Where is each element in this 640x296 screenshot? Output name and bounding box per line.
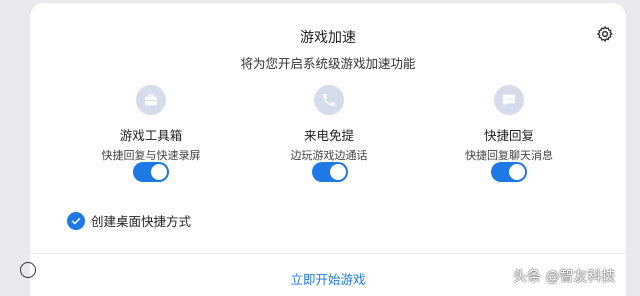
feature-hands-free-call: 来电免提 边玩游戏边通话 (254, 85, 404, 163)
toggle-knob (151, 164, 167, 180)
feature-game-toolbox: 游戏工具箱 快捷回复与快速录屏 (76, 85, 226, 163)
dialog-subtitle: 将为您开启系统级游戏加速功能 (240, 56, 416, 71)
toggle-game-toolbox[interactable] (133, 162, 169, 182)
feature-name: 快捷回复 (483, 128, 534, 143)
checkmark-icon[interactable] (67, 211, 85, 230)
feature-description: 边玩游戏边通话 (290, 149, 368, 162)
watermark-text: 头条 @智友科技 (513, 269, 616, 285)
feature-description: 快捷回复与快速录屏 (101, 149, 201, 162)
feature-quick-reply: 快捷回复 快捷回复聊天消息 (434, 85, 584, 163)
create-shortcut-label: 创建桌面快捷方式 (91, 214, 192, 229)
divider (30, 253, 626, 254)
feature-description: 快捷回复聊天消息 (465, 149, 553, 162)
feature-name: 游戏工具箱 (119, 128, 183, 143)
briefcase-icon (136, 85, 166, 115)
toggle-knob (330, 164, 346, 180)
phone-icon (314, 85, 344, 115)
toggle-quick-reply[interactable] (491, 162, 527, 182)
create-shortcut-option[interactable]: 创建桌面快捷方式 (67, 211, 191, 230)
toggle-hands-free-call[interactable] (312, 162, 348, 182)
dialog-title: 游戏加速 (300, 30, 356, 46)
chat-bubble-icon (494, 85, 524, 115)
game-acceleration-dialog: 游戏加速 将为您开启系统级游戏加速功能 游戏工具箱 快捷回复与快速录屏 来电免提… (30, 3, 626, 296)
logo-icon (20, 262, 36, 278)
toggle-knob (509, 164, 525, 180)
feature-name: 来电免提 (303, 128, 354, 143)
